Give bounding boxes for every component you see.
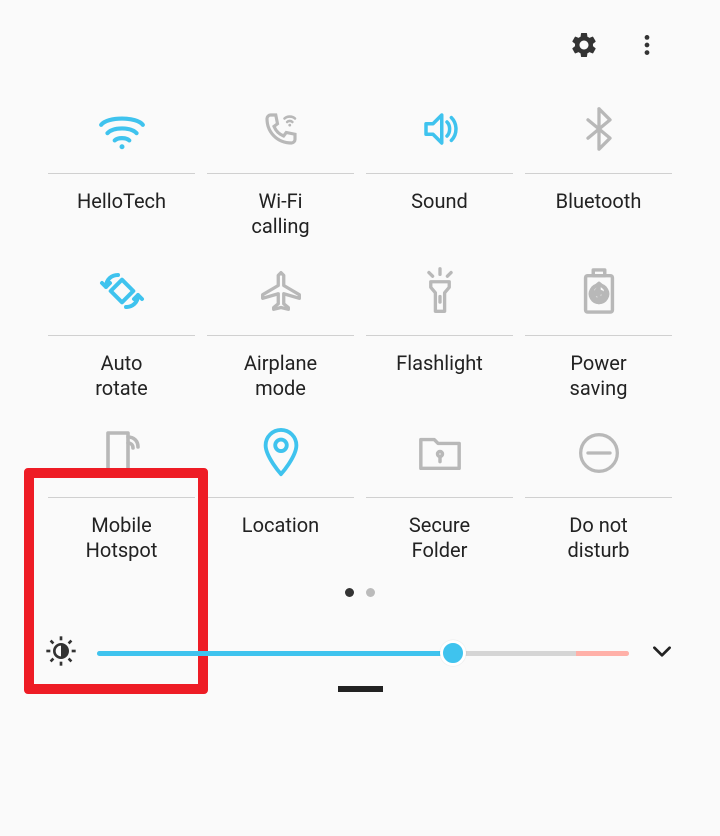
brightness-icon[interactable] <box>45 635 77 671</box>
tile-label: Sound <box>411 189 468 244</box>
tile-secure-folder[interactable]: Secure Folder <box>366 418 513 568</box>
tile-label: HelloTech <box>77 189 166 244</box>
location-icon <box>261 428 301 482</box>
sound-icon <box>415 108 465 154</box>
tile-mobile-hotspot[interactable]: Mobile Hotspot <box>48 418 195 568</box>
tile-label: Flashlight <box>396 351 483 406</box>
tile-label: Bluetooth <box>556 189 642 244</box>
tile-wifi[interactable]: HelloTech <box>48 94 195 244</box>
secure-folder-icon <box>417 433 463 477</box>
tile-sound[interactable]: Sound <box>366 94 513 244</box>
bluetooth-icon <box>583 107 615 155</box>
slider-thumb[interactable] <box>440 640 466 666</box>
wifi-icon <box>97 108 147 154</box>
quick-settings-grid: HelloTech Wi-Fi calling <box>40 94 680 568</box>
tile-label: Do not disturb <box>567 513 629 568</box>
auto-rotate-icon <box>98 267 146 319</box>
tile-airplane-mode[interactable]: Airplane mode <box>207 256 354 406</box>
tile-label: Location <box>242 513 319 568</box>
airplane-icon <box>257 269 305 317</box>
slider-warn-zone <box>576 651 629 656</box>
power-saving-icon <box>581 268 617 318</box>
tile-do-not-disturb[interactable]: Do not disturb <box>525 418 672 568</box>
chevron-down-icon[interactable] <box>649 638 675 668</box>
more-options-icon[interactable] <box>634 32 660 62</box>
flashlight-icon <box>421 267 459 319</box>
tile-wifi-calling[interactable]: Wi-Fi calling <box>207 94 354 244</box>
tile-label: Secure Folder <box>409 513 470 568</box>
brightness-control <box>40 635 680 671</box>
tile-auto-rotate[interactable]: Auto rotate <box>48 256 195 406</box>
hotspot-icon <box>102 429 142 481</box>
tile-location[interactable]: Location <box>207 418 354 568</box>
tile-bluetooth[interactable]: Bluetooth <box>525 94 672 244</box>
tile-power-saving[interactable]: Power saving <box>525 256 672 406</box>
slider-fill <box>97 651 453 656</box>
page-dot-1[interactable] <box>345 588 354 597</box>
page-indicator[interactable] <box>40 588 680 597</box>
page-dot-2[interactable] <box>366 588 375 597</box>
tile-flashlight[interactable]: Flashlight <box>366 256 513 406</box>
panel-handle[interactable] <box>40 686 680 692</box>
gear-icon[interactable] <box>569 30 599 64</box>
quick-settings-header <box>40 20 680 94</box>
tile-label: Airplane mode <box>244 351 317 406</box>
dnd-icon <box>577 431 621 479</box>
tile-label: Wi-Fi calling <box>251 189 309 244</box>
brightness-slider[interactable] <box>97 651 629 656</box>
tile-label: Mobile Hotspot <box>86 513 158 568</box>
tile-label: Auto rotate <box>95 351 148 406</box>
tile-label: Power saving <box>570 351 628 406</box>
wifi-calling-icon <box>256 108 306 154</box>
